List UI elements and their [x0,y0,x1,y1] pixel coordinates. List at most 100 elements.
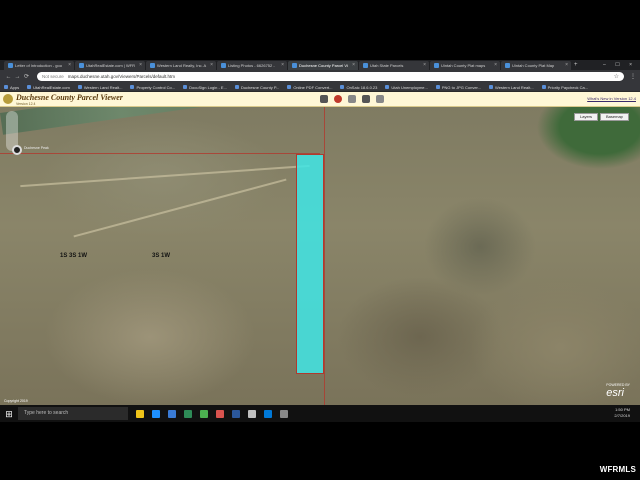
county-seal-icon [3,94,13,104]
bookmark-icon [130,85,135,89]
tab-favicon-icon [363,63,368,68]
tab-uintah-plat-map[interactable]: Uintah County Plat Map × [501,61,571,70]
app-version: Version 12.4 [16,102,36,106]
pin-label: Duchesne Peak [24,146,49,150]
pdf-icon[interactable] [216,409,224,418]
browser-tab-strip: Letter of Introduction - goo × UtahRealEs… [0,60,640,70]
layers-tool-icon[interactable] [348,95,356,103]
edge-icon[interactable] [152,409,160,418]
windows-taskbar: ⊞ Type here to search 1:50 PM 2/7/2019 [0,405,640,422]
esri-logo: POWERED BY esri [606,383,630,399]
river-feature [0,107,301,135]
system-tray-clock[interactable]: 1:50 PM 2/7/2019 [614,407,630,419]
browser-menu-icon[interactable]: ⋮ [630,73,636,80]
tab-favicon-icon [150,63,155,68]
tab-listing-photos[interactable]: Listing Photos - 6626752 - × [217,61,287,70]
tab-close-icon[interactable]: × [423,61,426,70]
map-toolbar [320,95,384,103]
desktop-screen: Letter of Introduction - goo × UtahRealEs… [0,60,640,422]
bookmark-item[interactable]: Duchesne County P... [234,85,279,90]
layers-button[interactable]: Layers [574,113,599,121]
tab-close-icon[interactable]: × [565,61,568,70]
url-text: maps.duchesne.utah.gov/Viewers/Parcels/d… [67,74,175,79]
bookmark-icon [340,85,345,89]
not-secure-badge[interactable]: Not secure [42,74,64,79]
bookmark-item[interactable]: UtahRealEstate.com [27,85,70,90]
selected-parcel[interactable] [296,154,324,374]
bookmark-item[interactable]: Utah Unemployme... [385,85,428,90]
township-label: 1S 3S 1W [60,253,88,259]
bookmark-item[interactable]: Western Land Realt... [488,85,534,90]
measure-tool-icon[interactable] [376,95,384,103]
window-controls[interactable]: – ☐ × [603,60,636,70]
identify-tool-icon[interactable] [320,95,328,103]
bookmark-icon [183,85,188,89]
tab-favicon-icon [505,63,510,68]
forward-button[interactable]: → [13,74,22,80]
tab-favicon-icon [8,63,13,68]
windows-start-icon[interactable]: ⊞ [3,408,15,420]
bookmark-icon [287,85,292,89]
url-input[interactable]: Not secure maps.duchesne.utah.gov/Viewer… [37,72,624,81]
location-pin-icon[interactable] [12,145,22,155]
range-line [324,107,325,405]
tab-close-icon[interactable]: × [68,61,71,70]
basemap-button[interactable]: Basemap [600,113,629,121]
mls-watermark: WFRMLS [599,465,636,474]
bookmarks-bar: Apps UtahRealEstate.com Western Land Rea… [0,83,640,92]
bookmark-item[interactable]: Priority Paycheck Ca... [541,85,588,90]
tab-favicon-icon [221,63,226,68]
bookmark-item[interactable]: Apps [4,85,19,90]
bookmark-item[interactable]: DocuSign Login - E... [183,85,227,90]
apps-icon [4,85,8,89]
stop-tool-icon[interactable] [334,95,342,103]
bookmark-star-icon[interactable]: ☆ [614,73,619,80]
taskbar-search-input[interactable]: Type here to search [18,407,128,420]
bookmark-icon [234,85,239,89]
word-icon[interactable] [232,409,240,418]
tab-favicon-icon [292,63,297,68]
bookmark-item[interactable]: PNG to JPG Conver... [435,85,481,90]
bookmark-icon [541,85,546,89]
reload-button[interactable]: ⟳ [22,73,31,80]
tab-favicon-icon [79,63,84,68]
back-button[interactable]: ← [4,74,13,80]
tab-close-icon[interactable]: × [139,61,142,70]
file-explorer-icon[interactable] [136,409,144,418]
bookmark-item[interactable]: OnSaic 18.6.0.23 [340,85,377,90]
outlook-icon[interactable] [264,409,272,418]
tab-close-icon[interactable]: × [210,61,213,70]
whats-new-link[interactable]: What's New in Version 12.4 [587,96,636,101]
bookmark-item[interactable]: Online PDF Convert... [287,85,332,90]
tab-close-icon[interactable]: × [494,61,497,70]
township-label: 3S 1W [152,253,171,259]
tab-utah-state-parcels[interactable]: Utah State Parcels × [359,61,429,70]
tab-favicon-icon [434,63,439,68]
print-tool-icon[interactable] [362,95,370,103]
tab-duchesne-parcel-viewer[interactable]: Duchesne County Parcel Vi × [288,61,358,70]
app-icon[interactable] [280,409,288,418]
tab-close-icon[interactable]: × [281,61,284,70]
browser-address-bar: ← → ⟳ Not secure maps.duchesne.utah.gov/… [0,70,640,83]
bookmark-item[interactable]: Property Control Co... [130,85,175,90]
app-title: Duchesne County Parcel Viewer [16,93,123,102]
excel-icon[interactable] [184,409,192,418]
tab-letter-of-introduction[interactable]: Letter of Introduction - goo × [4,61,74,70]
store-icon[interactable] [168,409,176,418]
tab-close-icon[interactable]: × [352,61,355,70]
map-canvas[interactable]: 1S 3S 1W 3S 1W Duchesne Peak Layers Base… [0,107,640,405]
new-tab-button[interactable]: + [574,61,578,70]
tab-utahrealestate[interactable]: UtahRealEstate.com | WFR × [75,61,145,70]
bookmark-item[interactable]: Western Land Realt... [77,85,122,90]
bookmark-icon [435,85,440,89]
parcel-viewer-header: Duchesne County Parcel Viewer Version 12… [0,92,640,107]
chrome-icon[interactable] [200,409,208,418]
map-scale: Copyright 2019 [4,399,28,403]
tab-western-land-realty[interactable]: Western Land Realty, Inc. A × [146,61,216,70]
road-feature [73,178,287,238]
tab-uintah-plat-maps[interactable]: Uintah County Plat maps × [430,61,500,70]
bookmark-icon [385,85,390,89]
bookmark-icon [77,85,82,89]
bookmark-icon [488,85,493,89]
calculator-icon[interactable] [248,409,256,418]
